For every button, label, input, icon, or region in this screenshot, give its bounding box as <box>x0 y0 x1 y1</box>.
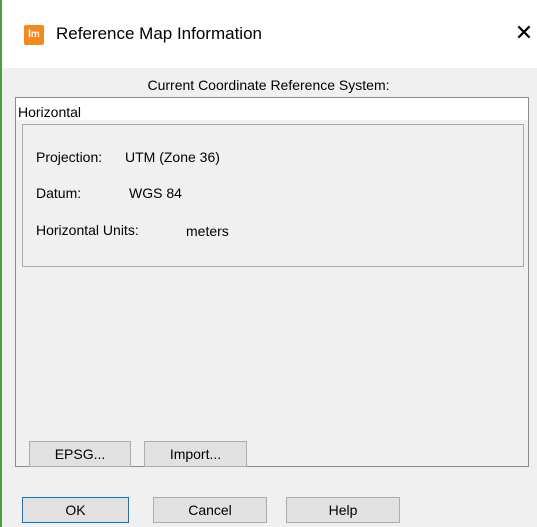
ok-button[interactable]: OK <box>22 497 129 523</box>
import-button[interactable]: Import... <box>144 441 247 467</box>
horizontal-group-box <box>22 124 524 267</box>
horizontal-units-label: Horizontal Units: <box>36 222 139 238</box>
crs-panel-header <box>16 98 528 120</box>
help-button[interactable]: Help <box>286 497 400 523</box>
horizontal-section-label: Horizontal <box>18 104 82 120</box>
cancel-button[interactable]: Cancel <box>153 497 267 523</box>
crs-caption: Current Coordinate Reference System: <box>147 77 390 93</box>
projection-label: Projection: <box>36 149 103 165</box>
close-icon[interactable]: ✕ <box>510 18 537 48</box>
datum-label: Datum: <box>36 185 82 201</box>
window-title: Reference Map Information <box>56 24 262 43</box>
horizontal-units-value: meters <box>186 223 229 239</box>
app-icon: lm <box>24 25 44 45</box>
app-icon-letters: lm <box>28 29 40 40</box>
epsg-button[interactable]: EPSG... <box>29 441 131 467</box>
title-bar[interactable]: lm Reference Map Information ✕ <box>2 0 537 68</box>
projection-value: UTM (Zone 36) <box>125 149 220 165</box>
datum-value: WGS 84 <box>129 185 182 201</box>
